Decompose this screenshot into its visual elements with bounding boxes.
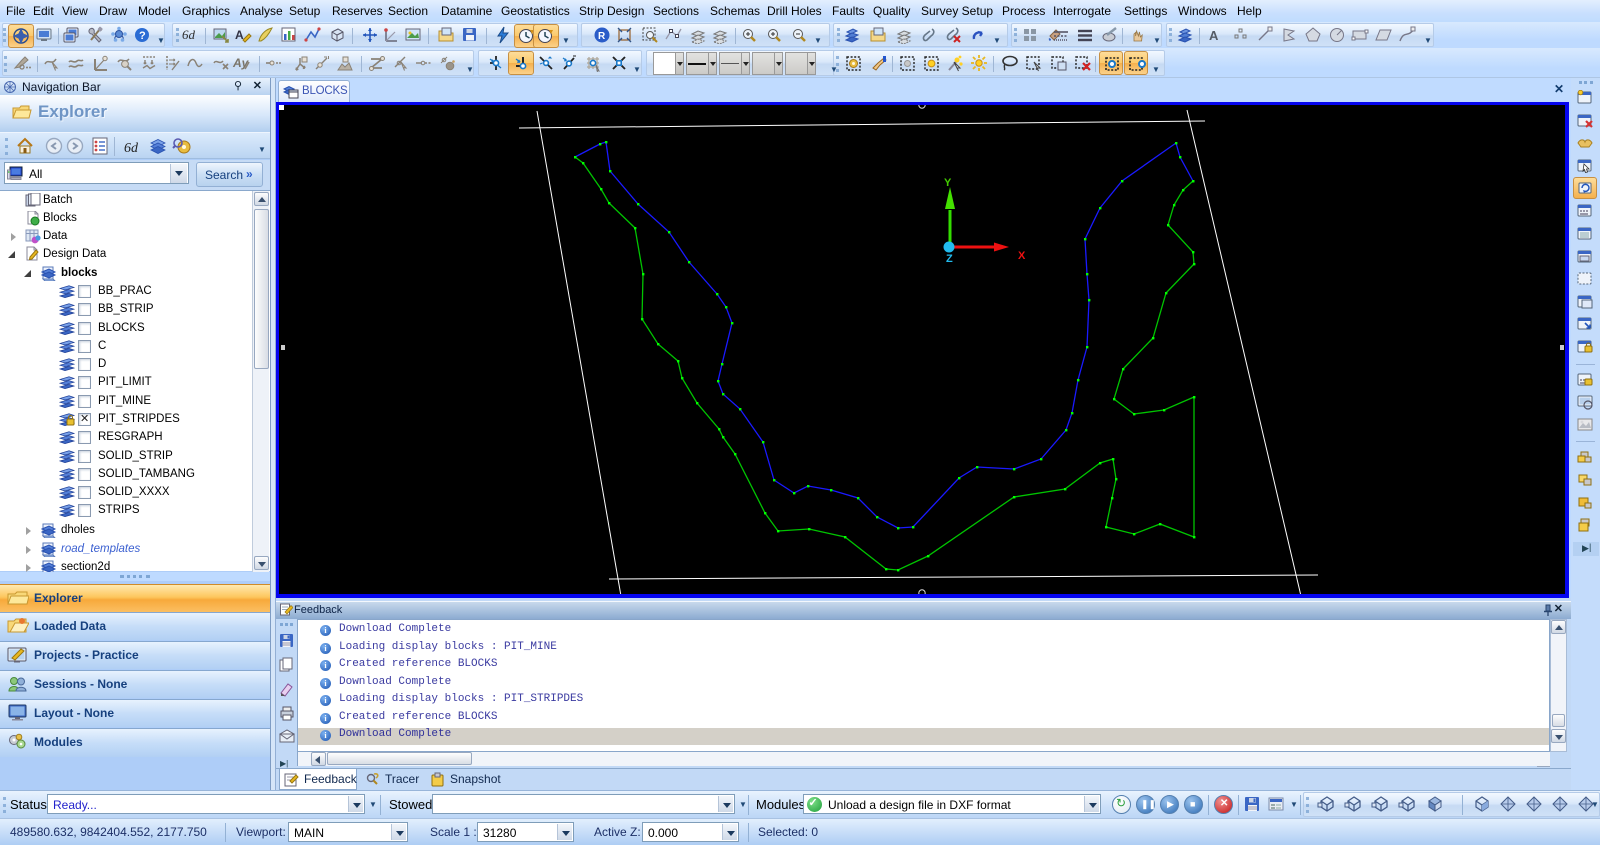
svg-text:Z: Z — [946, 253, 953, 265]
svg-text:6d: 6d — [182, 27, 196, 42]
svg-text:R: R — [598, 31, 606, 42]
svg-text:A: A — [1209, 28, 1219, 43]
svg-text:X: X — [1018, 250, 1026, 262]
svg-text:Ay: Ay — [232, 56, 250, 70]
svg-text:Y: Y — [944, 177, 952, 189]
svg-text:?: ? — [139, 30, 146, 42]
